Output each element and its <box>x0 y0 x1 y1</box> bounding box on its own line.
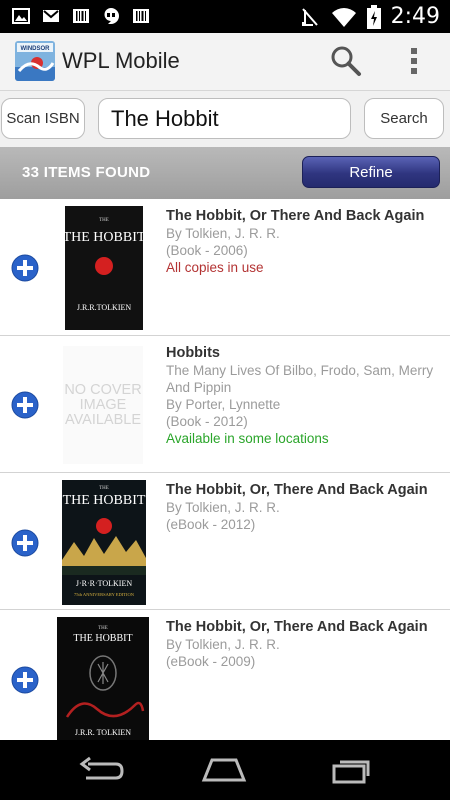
search-icon[interactable] <box>330 45 362 77</box>
cover-title: THE HOBBIT <box>65 230 143 245</box>
image-notification-icon <box>12 8 30 24</box>
gmail-icon <box>43 10 59 22</box>
recent-apps-icon[interactable] <box>328 754 376 786</box>
item-author: By Tolkien, J. R. R. <box>166 500 280 515</box>
add-icon[interactable] <box>11 529 39 557</box>
cover-author: J·R·R·TOLKIEN <box>76 579 133 588</box>
item-subtitle: The Many Lives Of Bilbo, Frodo, Sam, Mer… <box>166 363 434 395</box>
action-bar: WINDSOR WPL Mobile <box>0 33 450 91</box>
add-icon[interactable] <box>11 666 39 694</box>
item-title[interactable]: The Hobbit, Or, There And Back Again <box>166 618 442 636</box>
cover-edition: 75th ANNIVERSARY EDITION <box>74 592 135 597</box>
add-icon[interactable] <box>11 391 39 419</box>
overflow-menu-icon[interactable] <box>404 45 424 77</box>
svg-text:WINDSOR: WINDSOR <box>21 46 51 52</box>
barcode-icon <box>133 9 149 23</box>
battery-charging-icon <box>366 4 381 29</box>
app-title: WPL Mobile <box>62 48 180 73</box>
item-info: The Hobbit, Or, There And Back Again By … <box>166 618 442 670</box>
cover-small-text: THE <box>99 218 109 223</box>
items-found-count: 33 ITEMS FOUND <box>22 164 151 181</box>
item-format: (eBook - 2009) <box>166 654 256 669</box>
item-info: The Hobbit, Or There And Back Again By T… <box>166 207 442 276</box>
cover-author: J.R.R.TOLKIEN <box>77 303 132 312</box>
item-title[interactable]: The Hobbit, Or, There And Back Again <box>166 481 442 499</box>
cover-title: THE HOBBIT <box>63 493 146 508</box>
item-status: Available in some locations <box>166 431 329 446</box>
cover-small-text: THE <box>99 486 109 491</box>
results-header: 33 ITEMS FOUND Refine <box>0 147 450 199</box>
barcode-icon <box>73 9 89 23</box>
item-info: Hobbits The Many Lives Of Bilbo, Frodo, … <box>166 344 442 447</box>
mute-icon <box>301 7 318 26</box>
cover-author: J.R.R. TOLKIEN <box>75 728 131 737</box>
item-format: (Book - 2006) <box>166 243 248 258</box>
no-cover-placeholder: NO COVER IMAGE AVAILABLE <box>63 346 143 464</box>
wifi-icon <box>331 7 356 27</box>
search-row: Scan ISBN The Hobbit Search <box>0 91 450 147</box>
library-logo[interactable]: WINDSOR <box>15 41 55 81</box>
list-item[interactable]: THE THE HOBBIT J.R.R.TOLKIEN The Hobbit,… <box>0 199 450 336</box>
book-cover: THE THE HOBBIT J·R·R·TOLKIEN 75th ANNIVE… <box>62 480 146 605</box>
search-input[interactable]: The Hobbit <box>98 98 351 139</box>
book-cover: THE THE HOBBIT J.R.R. TOLKIEN <box>57 617 149 740</box>
book-cover: THE THE HOBBIT J.R.R.TOLKIEN <box>65 206 143 330</box>
item-format: (Book - 2012) <box>166 414 248 429</box>
back-icon[interactable] <box>78 754 126 786</box>
item-status: All copies in use <box>166 260 264 275</box>
item-info: The Hobbit, Or, There And Back Again By … <box>166 481 442 533</box>
cover-title: THE HOBBIT <box>73 633 132 644</box>
hangouts-icon <box>104 8 119 24</box>
item-format: (eBook - 2012) <box>166 517 256 532</box>
item-author: By Tolkien, J. R. R. <box>166 637 280 652</box>
clock: 2:49 <box>390 4 440 29</box>
item-title[interactable]: The Hobbit, Or There And Back Again <box>166 207 442 225</box>
item-author: By Porter, Lynnette <box>166 397 281 412</box>
list-item[interactable]: THE THE HOBBIT J.R.R. TOLKIEN The Hobbit… <box>0 610 450 740</box>
add-icon[interactable] <box>11 254 39 282</box>
navigation-bar <box>0 740 450 800</box>
search-button[interactable]: Search <box>364 98 444 139</box>
list-item[interactable]: NO COVER IMAGE AVAILABLE Hobbits The Man… <box>0 336 450 473</box>
list-item[interactable]: THE THE HOBBIT J·R·R·TOLKIEN 75th ANNIVE… <box>0 473 450 610</box>
results-list: THE THE HOBBIT J.R.R.TOLKIEN The Hobbit,… <box>0 199 450 740</box>
refine-button[interactable]: Refine <box>302 156 440 188</box>
status-bar: 2:49 <box>0 0 450 33</box>
cover-small-text: THE <box>98 626 108 631</box>
item-title[interactable]: Hobbits <box>166 344 442 362</box>
home-icon[interactable] <box>200 754 248 786</box>
item-author: By Tolkien, J. R. R. <box>166 226 280 241</box>
scan-isbn-button[interactable]: Scan ISBN <box>1 98 85 139</box>
